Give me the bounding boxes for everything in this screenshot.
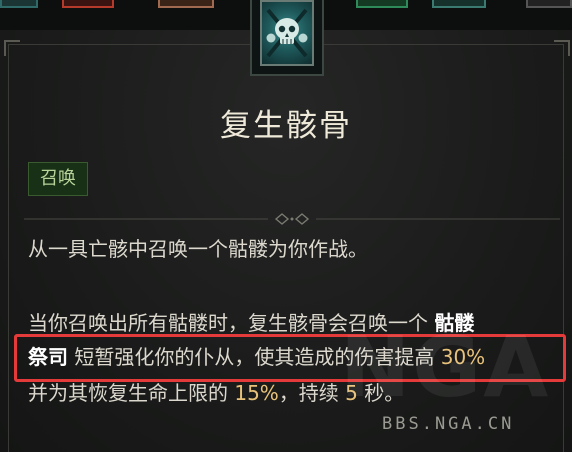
desc-text: 并为其恢复生命上限的 [28, 381, 228, 405]
top-slot[interactable] [526, 0, 572, 8]
heal-value: 15% [234, 381, 279, 405]
top-slot[interactable] [158, 0, 214, 8]
top-slot[interactable] [0, 0, 38, 8]
desc-text: ，持续 [278, 381, 339, 405]
skill-icon-frame [246, 0, 328, 80]
skill-icon-bg [260, 0, 314, 66]
corner-ornament [4, 40, 20, 56]
desc-line-1: 从一具亡骸中召唤一个骷髅为你作战。 [28, 236, 368, 262]
skill-icon-border [250, 0, 324, 76]
watermark-logo: NGA [340, 318, 551, 416]
skill-tooltip: 复生骸骨 召唤 从一具亡骸中召唤一个骷髅为你作战。 当你召唤出所有骷髅时，复生骸… [0, 0, 572, 452]
top-slot[interactable] [62, 0, 114, 8]
skill-tag: 召唤 [28, 162, 88, 196]
corner-ornament [554, 40, 570, 56]
desc-text: 从一具亡骸中召唤一个骷髅为你作战。 [28, 237, 368, 261]
skull-icon [266, 8, 308, 58]
top-slot[interactable] [432, 0, 486, 8]
watermark-text: BBS.NGA.CN [382, 414, 515, 434]
skill-title: 复生骸骨 [220, 108, 352, 144]
divider [24, 213, 560, 225]
top-slot[interactable] [356, 0, 408, 8]
